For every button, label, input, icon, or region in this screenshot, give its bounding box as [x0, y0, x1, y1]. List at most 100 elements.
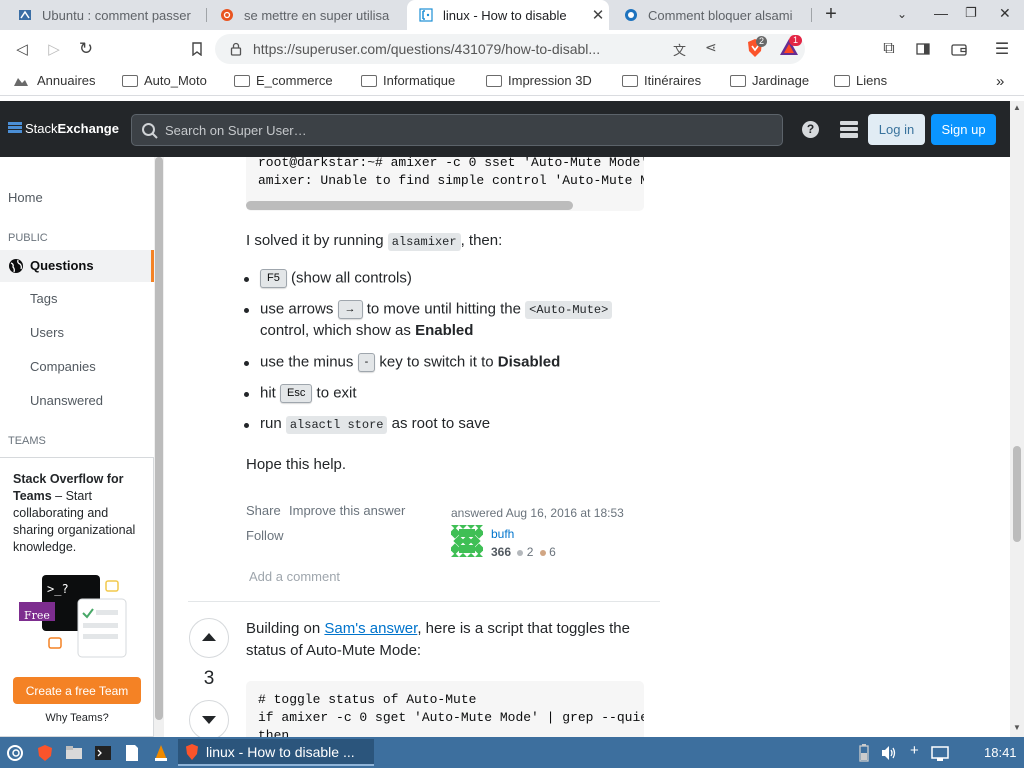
bookmark-label: E_commerce	[256, 73, 333, 88]
brave-shields-icon[interactable]: 2	[746, 36, 768, 58]
sidebar-toggle-icon[interactable]	[910, 36, 936, 62]
share-link[interactable]: Share	[246, 503, 281, 518]
create-team-button[interactable]: Create a free Team	[13, 677, 141, 704]
globe-icon	[9, 259, 23, 273]
stackexchange-logo[interactable]: StackExchange	[8, 121, 119, 136]
close-tab-icon[interactable]: ✕	[587, 6, 609, 24]
new-tab-button[interactable]: +	[820, 4, 842, 26]
login-button[interactable]: Log in	[868, 114, 925, 145]
bookmark-annuaires[interactable]: Annuaires	[12, 73, 96, 88]
follow-link[interactable]: Follow	[246, 528, 284, 543]
page-scroll-thumb[interactable]	[1013, 446, 1021, 542]
site-search-input[interactable]: Search on Super User…	[131, 114, 783, 146]
file-manager-icon[interactable]	[65, 744, 83, 762]
text: to move until hitting the	[362, 300, 526, 318]
add-applet-icon[interactable]: +	[910, 742, 919, 759]
bookmark-itineraires[interactable]: Itinéraires	[622, 73, 701, 88]
bookmark-impression-3d[interactable]: Impression 3D	[486, 73, 592, 88]
nav-tags[interactable]: Tags	[30, 291, 57, 306]
ubuntu-site-icon	[19, 10, 31, 20]
signup-button[interactable]: Sign up	[931, 114, 996, 145]
back-icon[interactable]: ◁	[9, 36, 35, 62]
close-window-icon[interactable]: ✕	[999, 5, 1011, 22]
user-name-link[interactable]: bufh	[491, 527, 514, 541]
answered-time: answered Aug 16, 2016 at 18:53	[451, 506, 624, 520]
vlc-icon[interactable]	[152, 744, 170, 762]
restore-window-icon[interactable]: ❐	[965, 5, 977, 21]
text: key to switch it to	[375, 353, 498, 371]
folder-icon	[730, 74, 746, 87]
terminal-icon[interactable]	[94, 744, 112, 762]
bookmark-label: Auto_Moto	[144, 73, 207, 88]
reload-icon[interactable]: ↻	[73, 36, 99, 62]
bookmark-page-icon[interactable]	[184, 36, 210, 62]
minimize-window-icon[interactable]: —	[934, 5, 948, 21]
nav-section-teams: TEAMS	[8, 435, 46, 447]
menu-hamburger-icon[interactable]: ☰	[989, 36, 1015, 62]
tab-search-chevron-icon[interactable]: ⌄	[897, 7, 907, 21]
bookmarks-overflow-button[interactable]: »	[996, 73, 1004, 90]
network-icon[interactable]	[931, 744, 949, 762]
sams-answer-link[interactable]: Sam's answer	[324, 620, 417, 637]
teams-promo-text: Stack Overflow for Teams – Start collabo…	[13, 471, 145, 556]
sidebar-scroll-thumb[interactable]	[155, 157, 163, 720]
silver-badge-icon	[517, 550, 524, 556]
translate-icon[interactable]: 文	[673, 40, 686, 59]
downvote-button[interactable]	[189, 700, 229, 737]
code-horizontal-scrollbar[interactable]	[246, 201, 573, 210]
answer2-intro: Building on Sam's answer, here is a scri…	[246, 618, 646, 662]
taskbar-active-window[interactable]: linux - How to disable ...	[178, 739, 374, 766]
wallet-icon[interactable]	[946, 36, 972, 62]
forward-icon[interactable]: ▷	[41, 36, 67, 62]
battery-icon[interactable]	[855, 744, 873, 762]
brand-bold: Exchange	[57, 121, 119, 136]
tab-superuser-active[interactable]: linux - How to disable ✕	[407, 0, 609, 30]
scroll-up-arrow-icon[interactable]: ▲	[1013, 103, 1021, 112]
brave-rewards-icon[interactable]: 1	[779, 35, 803, 58]
folder-icon	[234, 74, 250, 87]
debian-menu-icon[interactable]	[6, 744, 24, 762]
tab-ubuntu[interactable]: Ubuntu : comment passer	[6, 0, 206, 30]
address-bar[interactable]: https://superuser.com/questions/431079/h…	[215, 34, 805, 64]
brave-launcher-icon[interactable]	[36, 744, 54, 762]
add-comment-link[interactable]: Add a comment	[249, 569, 340, 584]
text: as root to save	[387, 415, 491, 432]
tab-super-utilisateur[interactable]: se mettre en super utilisa	[208, 0, 406, 30]
upvote-button[interactable]	[189, 618, 229, 658]
improve-answer-link[interactable]: Improve this answer	[289, 503, 405, 518]
bookmark-jardinage[interactable]: Jardinage	[730, 73, 809, 88]
nav-home[interactable]: Home	[8, 190, 43, 205]
kbd-esc: Esc	[280, 384, 313, 403]
nav-companies[interactable]: Companies	[30, 359, 96, 374]
user-avatar[interactable]	[451, 525, 483, 557]
bookmark-e-commerce[interactable]: E_commerce	[234, 73, 333, 88]
extensions-icon[interactable]: ⧉	[876, 36, 902, 62]
text-editor-icon[interactable]	[123, 744, 141, 762]
site-switcher-icon[interactable]	[840, 121, 858, 141]
teams-promo: Stack Overflow for Teams – Start collabo…	[0, 457, 154, 737]
nav-unanswered[interactable]: Unanswered	[30, 393, 103, 408]
nav-users[interactable]: Users	[30, 325, 64, 340]
help-icon[interactable]: ?	[802, 121, 819, 138]
inline-code-alsamixer: alsamixer	[387, 233, 461, 251]
tab-strip: Ubuntu : comment passer se mettre en sup…	[0, 0, 1024, 30]
text-bold: Enabled	[415, 322, 474, 339]
sidebar-scrollbar[interactable]	[154, 157, 164, 737]
volume-icon[interactable]	[880, 744, 898, 762]
text: use the minus	[260, 353, 358, 371]
bookmark-liens[interactable]: Liens	[834, 73, 887, 88]
page-scrollbar[interactable]: ▲ ▼	[1010, 101, 1024, 737]
scroll-down-arrow-icon[interactable]: ▼	[1013, 723, 1021, 732]
share-icon[interactable]: ⋖	[705, 39, 717, 56]
bookmark-label: Liens	[856, 73, 888, 88]
code-block-toggle-script: # toggle status of Auto-Mute if amixer -…	[246, 681, 644, 737]
bookmark-auto-moto[interactable]: Auto_Moto	[122, 73, 207, 88]
nav-questions[interactable]: Questions	[0, 250, 154, 282]
list-item: run alsactl store as root to save	[260, 415, 491, 434]
text: control, which show as	[260, 322, 416, 339]
why-teams-link[interactable]: Why Teams?	[0, 712, 154, 724]
tab-comment-bloquer[interactable]: Comment bloquer alsami	[612, 0, 810, 30]
reputation-score: 366	[491, 545, 512, 559]
bookmark-informatique[interactable]: Informatique	[361, 73, 455, 88]
down-arrow-icon	[202, 716, 216, 724]
